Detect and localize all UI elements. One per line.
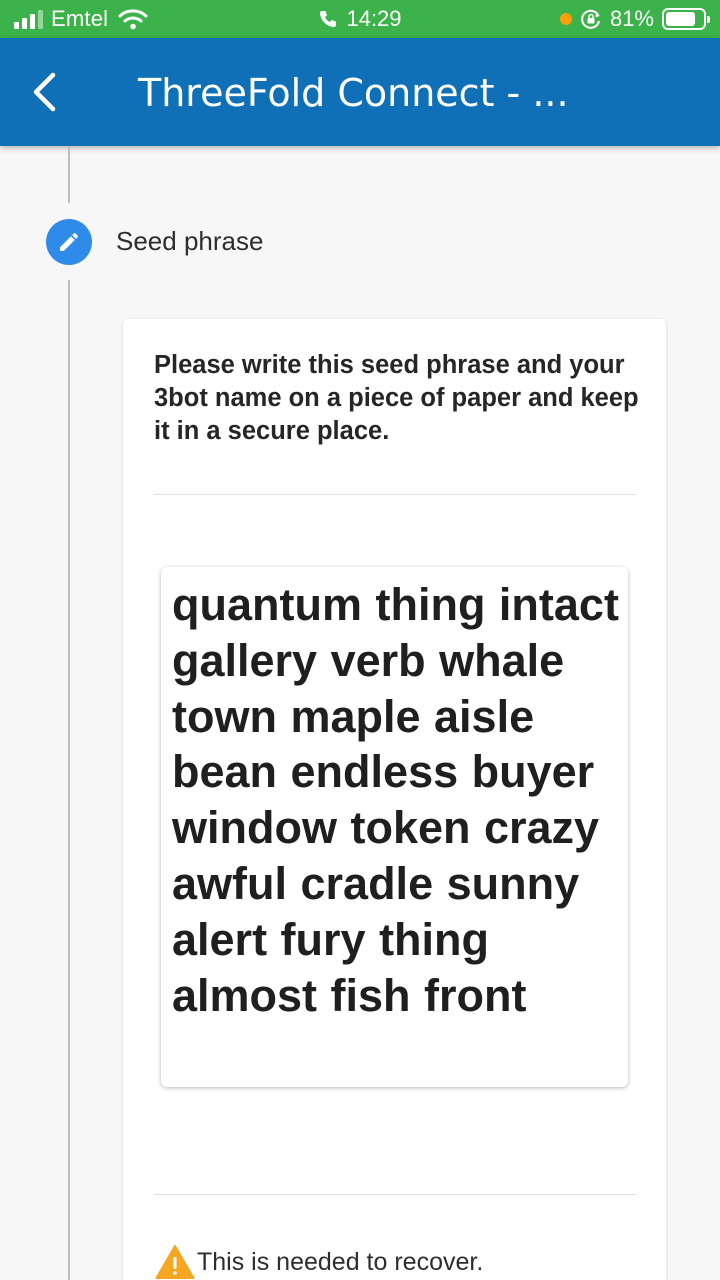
battery-icon [662, 8, 710, 30]
app-bar: ThreeFold Connect - ... [0, 38, 720, 146]
step-indicator [46, 219, 92, 265]
phone-icon [320, 11, 337, 27]
pencil-icon [60, 232, 79, 251]
step-title: Seed phrase [116, 226, 264, 256]
warning-row: This is needed to recover. [155, 1244, 483, 1280]
orientation-lock-icon [581, 9, 600, 29]
warning-text: This is needed to recover. [197, 1247, 484, 1276]
seed-phrase-card: Please write this seed phrase and your 3… [123, 319, 666, 1280]
warning-icon [155, 1245, 195, 1279]
privacy-indicator-dot [559, 13, 572, 25]
clock: 14:29 [346, 6, 402, 31]
seed-phrase-box: quantum thing intact gallery verb whale … [161, 567, 628, 1087]
seed-phrase-text: quantum thing intact gallery verb whale … [172, 579, 619, 1021]
stepper-line-bottom [68, 280, 70, 1280]
page-title: ThreeFold Connect - ... [138, 71, 569, 115]
battery-percent: 81% [609, 6, 654, 31]
divider [154, 1194, 636, 1195]
divider [154, 494, 636, 495]
back-button[interactable] [22, 68, 66, 116]
stepper-line-top [68, 146, 70, 203]
instruction-text: Please write this seed phrase and your 3… [154, 351, 639, 445]
chevron-left-icon [33, 72, 56, 112]
status-bar: Emtel 14:29 81% [0, 0, 720, 38]
